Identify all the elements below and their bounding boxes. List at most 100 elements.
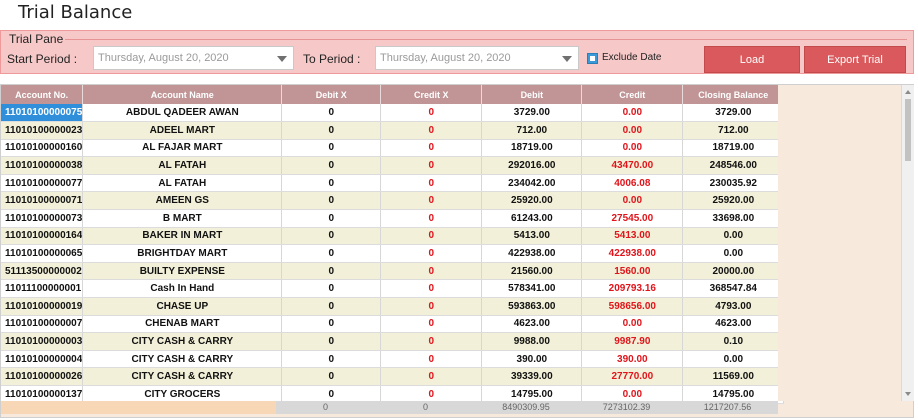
cell-credit-x[interactable]: 0 xyxy=(380,297,483,316)
cell-closing-balance[interactable]: 4623.00 xyxy=(682,315,785,334)
cell-account-name[interactable]: CITY CASH & CARRY xyxy=(82,367,283,386)
table-row[interactable]: 11010100000007 CHENAB MART 0 0 4623.00 0.00 46… xyxy=(1,315,785,334)
column-header-closing-balance[interactable]: Closing Balance xyxy=(682,85,785,104)
cell-account-name[interactable]: AMEEN GS xyxy=(82,191,283,211)
cell-closing-balance[interactable]: 0.00 xyxy=(682,244,785,263)
cell-credit[interactable]: 0.00 xyxy=(581,104,684,123)
cell-debit-x[interactable]: 0 xyxy=(281,227,382,246)
cell-credit-x[interactable]: 0 xyxy=(380,332,483,351)
scroll-thumb[interactable] xyxy=(905,99,911,161)
cell-debit-x[interactable]: 0 xyxy=(281,332,382,351)
cell-credit-x[interactable]: 0 xyxy=(380,367,483,386)
cell-debit[interactable]: 4623.00 xyxy=(481,315,583,334)
cell-account-name[interactable]: CHENAB MART xyxy=(82,315,283,334)
table-row[interactable]: 51113500000002 BUILTY EXPENSE 0 0 21560.00 15… xyxy=(1,262,785,281)
cell-credit[interactable]: 0.00 xyxy=(581,121,684,140)
cell-debit[interactable]: 18719.00 xyxy=(481,139,583,158)
cell-account-name[interactable]: BUILTY EXPENSE xyxy=(82,262,283,281)
cell-credit-x[interactable]: 0 xyxy=(380,139,483,158)
cell-debit[interactable]: 25920.00 xyxy=(481,191,583,211)
cell-debit-x[interactable]: 0 xyxy=(281,350,382,369)
table-row[interactable]: 11010100000003 CITY CASH & CARRY 0 0 9988.00… xyxy=(1,332,785,351)
cell-debit[interactable]: 3729.00 xyxy=(481,104,583,123)
table-row[interactable]: 11010100000004 CITY CASH & CARRY 0 0 390.00 3… xyxy=(1,350,785,369)
cell-account-no[interactable]: 11010100000004 xyxy=(1,350,84,369)
cell-credit[interactable]: 0.00 xyxy=(581,315,684,334)
cell-credit-x[interactable]: 0 xyxy=(380,244,483,263)
trial-balance-grid[interactable]: Account No. Account Name Debit X Credit … xyxy=(0,84,914,418)
table-row[interactable]: 11010100000038 AL FATAH 0 0 292016.00 43470.0… xyxy=(1,156,785,175)
cell-debit[interactable]: 5413.00 xyxy=(481,227,583,246)
table-row[interactable]: 11010100000073 B MART 0 0 61243.00 27545.00 33… xyxy=(1,209,785,228)
table-row[interactable]: 11010100000023 ADEEL MART 0 0 712.00 0.00 712.… xyxy=(1,121,785,140)
cell-credit[interactable]: 390.00 xyxy=(581,350,684,369)
cell-credit-x[interactable]: 0 xyxy=(380,104,483,123)
cell-credit-x[interactable]: 0 xyxy=(380,227,483,246)
cell-account-name[interactable]: AL FAJAR MART xyxy=(82,139,283,158)
column-header-account-no[interactable]: Account No. xyxy=(1,85,84,104)
cell-account-name[interactable]: B MART xyxy=(82,209,283,228)
table-row[interactable]: 11010100000026 CITY CASH & CARRY 0 0 39339.0… xyxy=(1,367,785,386)
column-header-debit-x[interactable]: Debit X xyxy=(281,85,382,104)
cell-account-name[interactable]: CITY CASH & CARRY xyxy=(82,332,283,351)
cell-credit-x[interactable]: 0 xyxy=(380,209,483,228)
scroll-up-icon[interactable] xyxy=(905,90,911,94)
cell-debit-x[interactable]: 0 xyxy=(281,279,382,299)
exclude-date-checkbox[interactable] xyxy=(587,53,598,64)
cell-credit[interactable]: 9987.90 xyxy=(581,332,684,351)
cell-debit-x[interactable]: 0 xyxy=(281,139,382,158)
cell-credit-x[interactable]: 0 xyxy=(380,156,483,175)
cell-credit[interactable]: 598656.00 xyxy=(581,297,684,316)
cell-debit[interactable]: 292016.00 xyxy=(481,156,583,175)
cell-closing-balance[interactable]: 3729.00 xyxy=(682,104,785,123)
cell-account-no[interactable]: 11010100000026 xyxy=(1,367,84,386)
cell-account-no[interactable]: 11010100000007 xyxy=(1,315,84,334)
load-button[interactable]: Load xyxy=(704,46,800,73)
table-row[interactable]: 11010100000075 ABDUL QADEER AWAN 0 0 3729.00… xyxy=(1,104,785,123)
cell-credit[interactable]: 43470.00 xyxy=(581,156,684,175)
table-row[interactable]: 11010100000160 AL FAJAR MART 0 0 18719.00 0.0… xyxy=(1,139,785,158)
cell-account-no[interactable]: 11010100000073 xyxy=(1,209,84,228)
cell-account-no[interactable]: 11010100000003 xyxy=(1,332,84,351)
table-row[interactable]: 11011100000001 Cash In Hand 0 0 578341.00 209… xyxy=(1,279,785,299)
cell-debit-x[interactable]: 0 xyxy=(281,156,382,175)
cell-account-no[interactable]: 11010100000164 xyxy=(1,227,84,246)
to-period-picker[interactable]: Thursday, August 20, 2020 xyxy=(375,46,579,70)
column-header-credit[interactable]: Credit xyxy=(581,85,684,104)
cell-debit-x[interactable]: 0 xyxy=(281,121,382,140)
cell-account-no[interactable]: 11011100000001 xyxy=(1,279,84,299)
cell-account-no[interactable]: 11010100000071 xyxy=(1,191,84,211)
cell-credit-x[interactable]: 0 xyxy=(380,191,483,211)
table-row[interactable]: 11010100000019 CHASE UP 0 0 593863.00 598656.… xyxy=(1,297,785,316)
vertical-scrollbar[interactable] xyxy=(901,85,914,401)
table-row[interactable]: 11010100000164 BAKER IN MART 0 0 5413.00 5413… xyxy=(1,227,785,246)
cell-closing-balance[interactable]: 712.00 xyxy=(682,121,785,140)
chevron-down-icon[interactable] xyxy=(562,56,572,62)
cell-debit-x[interactable]: 0 xyxy=(281,297,382,316)
cell-account-no[interactable]: 11010100000160 xyxy=(1,139,84,158)
cell-credit-x[interactable]: 0 xyxy=(380,350,483,369)
table-row[interactable]: 11010100000077 AL FATAH 0 0 234042.00 4006.08… xyxy=(1,174,785,193)
cell-closing-balance[interactable]: 368547.84 xyxy=(682,279,785,299)
cell-account-no[interactable]: 11010100000019 xyxy=(1,297,84,316)
column-header-debit[interactable]: Debit xyxy=(481,85,583,104)
cell-credit[interactable]: 5413.00 xyxy=(581,227,684,246)
cell-closing-balance[interactable]: 230035.92 xyxy=(682,174,785,193)
cell-debit-x[interactable]: 0 xyxy=(281,315,382,334)
cell-debit[interactable]: 234042.00 xyxy=(481,174,583,193)
cell-closing-balance[interactable]: 0.00 xyxy=(682,227,785,246)
cell-debit[interactable]: 593863.00 xyxy=(481,297,583,316)
cell-debit[interactable]: 21560.00 xyxy=(481,262,583,281)
cell-account-name[interactable]: Cash In Hand xyxy=(82,279,283,299)
table-row[interactable]: 11010100000071 AMEEN GS 0 0 25920.00 0.00 2592… xyxy=(1,191,785,211)
cell-credit[interactable]: 422938.00 xyxy=(581,244,684,263)
cell-credit[interactable]: 0.00 xyxy=(581,139,684,158)
cell-debit[interactable]: 578341.00 xyxy=(481,279,583,299)
cell-account-name[interactable]: AL FATAH xyxy=(82,174,283,193)
cell-account-name[interactable]: ADEEL MART xyxy=(82,121,283,140)
export-trial-button[interactable]: Export Trial xyxy=(804,46,906,73)
cell-closing-balance[interactable]: 25920.00 xyxy=(682,191,785,211)
cell-debit-x[interactable]: 0 xyxy=(281,209,382,228)
exclude-date-label[interactable]: Exclude Date xyxy=(602,52,661,63)
cell-credit-x[interactable]: 0 xyxy=(380,262,483,281)
